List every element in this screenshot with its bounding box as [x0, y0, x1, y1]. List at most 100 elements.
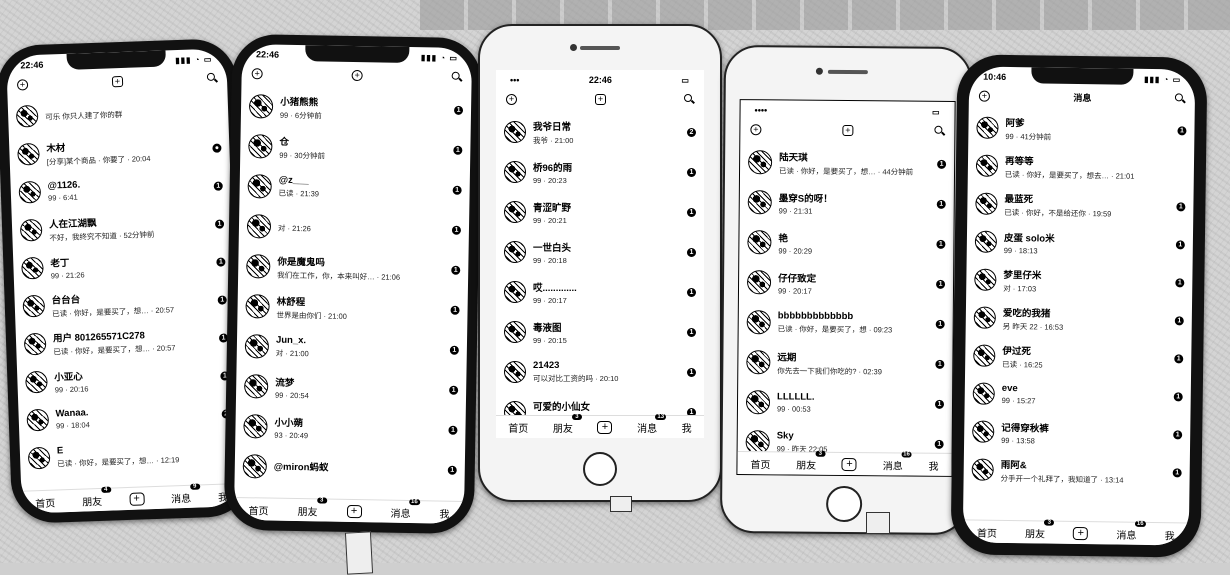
tab-item[interactable]: 首页 — [977, 524, 997, 539]
avatar[interactable] — [974, 268, 997, 291]
conversation-row[interactable]: 桥96的雨 99 · 20:23 1 — [496, 152, 704, 192]
search-icon[interactable] — [207, 73, 217, 83]
tab-item[interactable]: 首页 — [35, 494, 55, 510]
avatar[interactable] — [21, 256, 44, 280]
avatar[interactable] — [972, 382, 995, 405]
avatar[interactable] — [27, 446, 51, 470]
conversation-row[interactable]: 雨阿& 分手开一个礼拜了，我知道了 · 13:14 1 — [963, 450, 1190, 491]
tab-item[interactable]: 朋友 3 — [1025, 519, 1055, 540]
avatar[interactable] — [747, 190, 772, 215]
tab-item[interactable]: 消息 16 — [390, 498, 420, 520]
conversation-row[interactable]: 你是魔鬼吗 我们在工作，你，本来叫好… · 21:06 1 — [238, 246, 469, 290]
avatar[interactable] — [26, 408, 50, 432]
conversation-row[interactable]: @z___ 已读 · 21:39 1 — [239, 166, 470, 210]
avatar[interactable] — [15, 104, 39, 128]
search-icon[interactable] — [1175, 93, 1185, 103]
avatar[interactable] — [748, 150, 773, 175]
tab-item[interactable]: 朋友 3 — [297, 496, 327, 518]
avatar[interactable] — [504, 401, 526, 415]
conversation-row[interactable]: 林舒程 世界是由你们 · 21:00 1 — [237, 286, 468, 330]
avatar[interactable] — [246, 214, 272, 239]
tab-item[interactable]: 朋友 4 — [82, 486, 111, 508]
publish-plus-icon[interactable]: + — [841, 457, 858, 471]
conversation-row[interactable]: 皮蛋 solo米 99 · 18:13 1 — [967, 222, 1194, 263]
conversation-row[interactable]: 墨穿S的呀！ 99 · 21:31 1 — [740, 182, 954, 224]
avatar[interactable] — [504, 161, 526, 183]
conversation-row[interactable]: 仔仔致定 99 · 20:17 1 — [739, 262, 953, 304]
conversation-row[interactable]: 可爱的小仙女我知道你的，一个自性来人生之平 · 19:53 1 — [496, 392, 704, 415]
conversation-row[interactable]: 记得穿秋裤 99 · 13:58 1 — [964, 412, 1191, 453]
publish-plus-icon[interactable]: + — [128, 491, 145, 506]
tab-item[interactable]: 我 — [682, 420, 692, 435]
avatar[interactable] — [504, 241, 526, 263]
add-friend-icon[interactable]: + — [750, 123, 762, 135]
home-button[interactable] — [583, 452, 617, 486]
avatar[interactable] — [17, 142, 40, 166]
conversation-row[interactable]: 21423 可以对比工资的吗 · 20:10 1 — [496, 352, 704, 392]
conversation-row[interactable]: 流梦 99 · 20:54 1 — [236, 366, 467, 410]
avatar[interactable] — [746, 310, 771, 335]
conversation-row[interactable]: 仓 99 · 30分钟前 1 — [240, 126, 471, 170]
tab-item[interactable]: 朋友 3 — [553, 413, 582, 435]
avatar[interactable] — [22, 294, 46, 318]
avatar[interactable] — [248, 134, 273, 159]
add-friend-icon[interactable]: + — [506, 93, 517, 105]
avatar[interactable] — [747, 230, 772, 255]
avatar[interactable] — [975, 154, 999, 177]
create-group-icon[interactable]: + — [842, 124, 854, 136]
add-friend-icon[interactable]: + — [251, 67, 263, 79]
conversation-row[interactable]: 青涩旷野 99 · 20:21 1 — [496, 192, 704, 232]
avatar[interactable] — [23, 332, 47, 356]
tab-item[interactable]: 消息 13 — [637, 413, 667, 435]
search-icon[interactable] — [684, 94, 694, 104]
conversation-row[interactable]: 我爷日常 我爷 · 21:00 2 — [496, 112, 704, 152]
home-button[interactable] — [825, 485, 863, 523]
avatar[interactable] — [746, 350, 771, 375]
conversation-row[interactable]: LLLLLL. 99 · 00:53 1 — [738, 382, 952, 424]
conversation-row[interactable]: 梦里仔米对 · 17:03 1 — [966, 260, 1193, 301]
avatar[interactable] — [745, 430, 770, 453]
conversation-row[interactable]: 一世白头 99 · 20:18 1 — [496, 232, 704, 272]
avatar[interactable] — [242, 454, 268, 479]
conversation-row[interactable]: 艳 99 · 20:29 1 — [739, 222, 953, 264]
conversation-row[interactable]: 陆天琪 已读 · 你好，是要买了，想… · 44分钟前 1 — [740, 142, 954, 184]
tab-item[interactable]: 我 — [928, 457, 938, 472]
conversation-row[interactable]: 对 · 21:26 1 — [239, 206, 470, 250]
avatar[interactable] — [504, 201, 526, 223]
avatar[interactable] — [244, 334, 270, 359]
conversation-row[interactable]: 小小蒴 93 · 20:49 1 — [235, 406, 466, 450]
avatar[interactable] — [972, 420, 995, 443]
avatar[interactable] — [976, 116, 999, 139]
tab-item[interactable]: 我 — [439, 505, 449, 520]
conversation-row[interactable]: 远期 你先去一下我们你吃的? · 02:39 1 — [738, 342, 952, 384]
publish-plus-icon[interactable]: + — [597, 420, 613, 434]
conversation-row[interactable]: Sky 99 · 昨天 22:05 1 — [738, 422, 952, 453]
conversation-row[interactable]: bbbbbbbbbbbbb 已读 · 你好，是要买了，想 · 09:23 1 — [739, 302, 953, 344]
avatar[interactable] — [504, 361, 526, 383]
tab-item[interactable]: 首页 — [750, 456, 770, 471]
add-friend-icon[interactable]: + — [16, 78, 29, 91]
tab-item[interactable]: 首页 — [508, 420, 528, 435]
avatar[interactable] — [504, 121, 526, 143]
conversation-row[interactable]: 最蓝死 已读 · 你好，不是给还你 · 19:59 1 — [967, 184, 1194, 225]
create-group-icon[interactable]: + — [595, 93, 606, 105]
avatar[interactable] — [971, 458, 994, 481]
tab-item[interactable]: 首页 — [248, 502, 268, 517]
avatar[interactable] — [504, 321, 526, 343]
avatar[interactable] — [974, 230, 998, 253]
conversation-row[interactable]: 伊过死 已读 · 16:25 1 — [965, 336, 1192, 377]
tab-item[interactable]: 消息 16 — [883, 450, 912, 472]
search-icon[interactable] — [934, 126, 944, 136]
conversation-row[interactable]: 哎............. 99 · 20:17 1 — [496, 272, 704, 312]
conversation-row[interactable]: E 已读 · 你好，是要买了，想… · 12:19 — [19, 432, 240, 478]
tab-item[interactable]: 朋友 3 — [796, 450, 826, 471]
tab-item[interactable]: 消息 16 — [1116, 520, 1146, 541]
avatar[interactable] — [973, 344, 996, 367]
publish-plus-icon[interactable]: + — [1073, 526, 1089, 540]
conversation-row[interactable]: 再等等 已读 · 你好，是要买了，想去… · 21:01 — [968, 146, 1195, 187]
conversation-row[interactable]: @miron蚂蚁 1 — [234, 446, 465, 490]
avatar[interactable] — [248, 94, 274, 119]
conversation-row[interactable]: 爱吃的我猪另 昨天 22 · 16:53 1 — [966, 298, 1193, 339]
avatar[interactable] — [973, 306, 996, 329]
conversation-row[interactable]: 阿爹 99 · 41分钟前 1 — [968, 108, 1195, 149]
